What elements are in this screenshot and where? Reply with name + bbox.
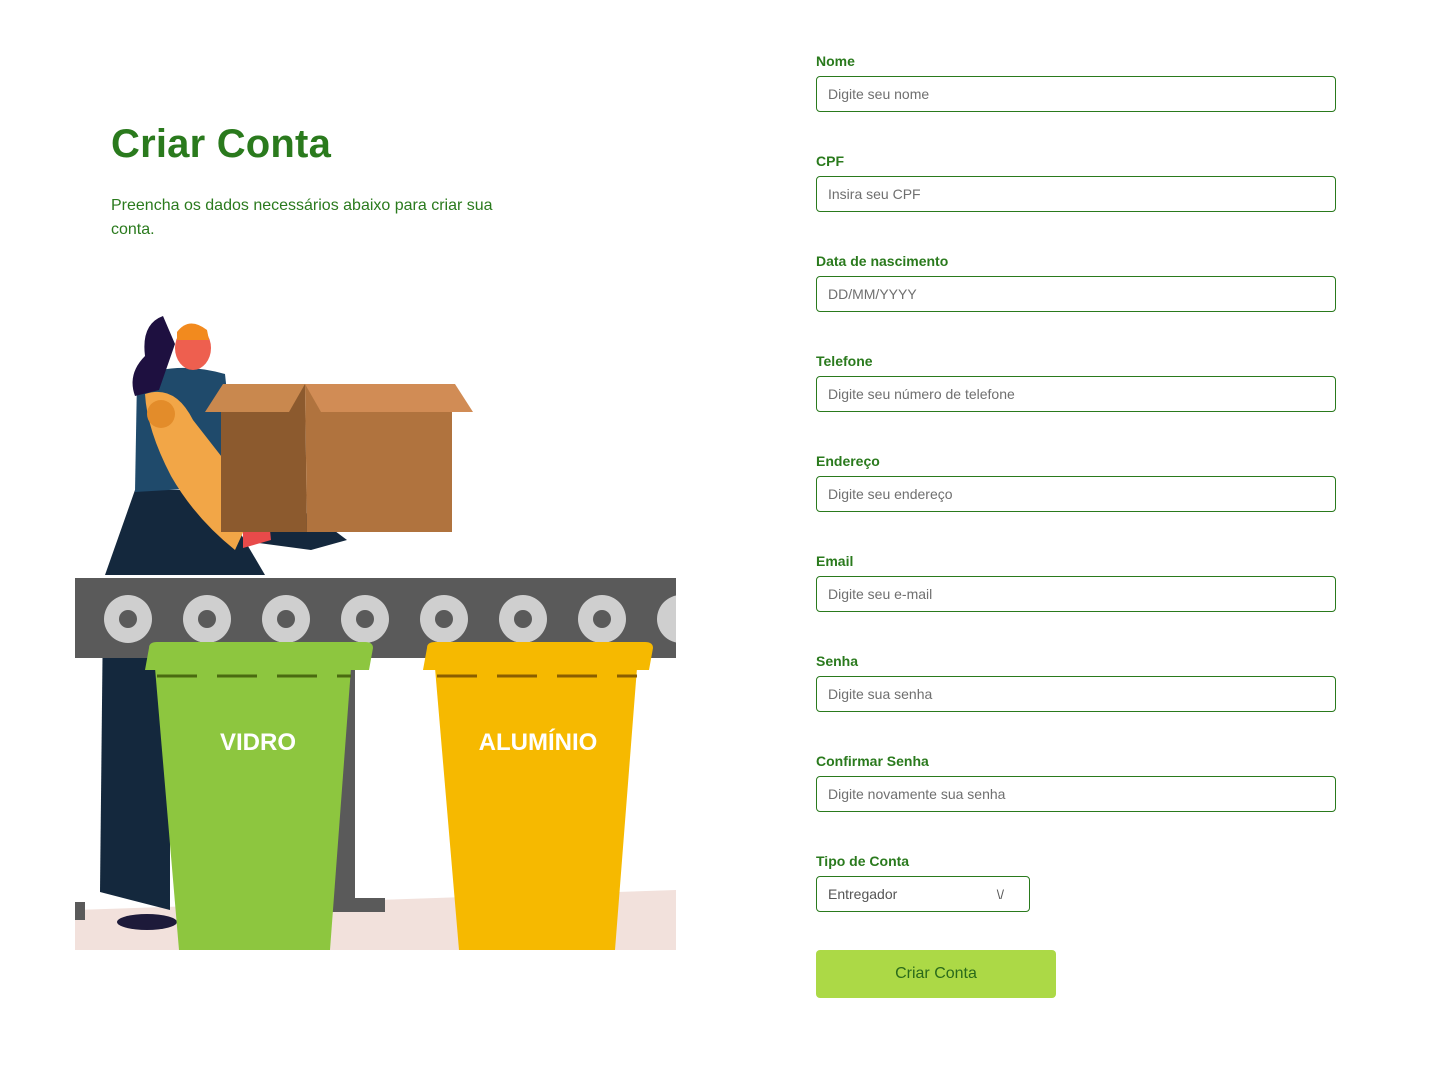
field-label: Email — [816, 553, 854, 569]
birthdate-input[interactable] — [816, 276, 1336, 312]
worker-shoe — [117, 914, 177, 930]
field-phone: Telefone — [816, 352, 1336, 412]
field-label: Telefone — [816, 353, 873, 369]
field-name: Nome — [816, 52, 1336, 112]
field-password: Senha — [816, 652, 1336, 712]
field-email: Email — [816, 552, 1336, 612]
field-birthdate: Data de nascimento — [816, 252, 1336, 312]
yellow-bin: ALUMÍNIO — [423, 642, 653, 950]
address-input[interactable] — [816, 476, 1336, 512]
confirm-password-input[interactable] — [816, 776, 1336, 812]
hard-hat — [177, 323, 209, 340]
field-label: Tipo de Conta — [816, 853, 910, 869]
name-input[interactable] — [816, 76, 1336, 112]
recycling-worker-image: VIDRO ALUMÍNIO — [75, 316, 676, 950]
account-type-value: Entregador — [828, 886, 898, 902]
field-address: Endereço — [816, 452, 1336, 512]
bin-label-glass: VIDRO — [220, 729, 296, 756]
create-account-button[interactable]: Criar Conta — [816, 950, 1056, 998]
recycle-badge — [147, 400, 175, 428]
field-label: Senha — [816, 653, 859, 669]
phone-input[interactable] — [816, 376, 1336, 412]
password-input[interactable] — [816, 676, 1336, 712]
field-label: Data de nascimento — [816, 253, 949, 269]
cpf-input[interactable] — [816, 176, 1336, 212]
field-label: CPF — [816, 153, 844, 169]
field-account-type: Tipo de Conta Entregador \/ — [816, 852, 1030, 912]
field-cpf: CPF — [816, 152, 1336, 212]
recycling-illustration: VIDRO ALUMÍNIO — [75, 310, 676, 955]
page-title: Criar Conta — [111, 122, 332, 166]
chevron-down-icon: \/ — [996, 886, 1004, 902]
field-confirm-password: Confirmar Senha — [816, 752, 1336, 812]
email-input[interactable] — [816, 576, 1336, 612]
field-label: Confirmar Senha — [816, 753, 929, 769]
page-subtitle: Preencha os dados necessários abaixo par… — [111, 197, 493, 238]
field-label: Endereço — [816, 453, 880, 469]
bin-label-aluminum: ALUMÍNIO — [479, 728, 598, 756]
conveyor-foot-left — [75, 902, 85, 920]
box-flap-right — [305, 384, 473, 412]
account-type-select[interactable]: Entregador \/ — [816, 876, 1030, 912]
field-label: Nome — [816, 53, 855, 69]
